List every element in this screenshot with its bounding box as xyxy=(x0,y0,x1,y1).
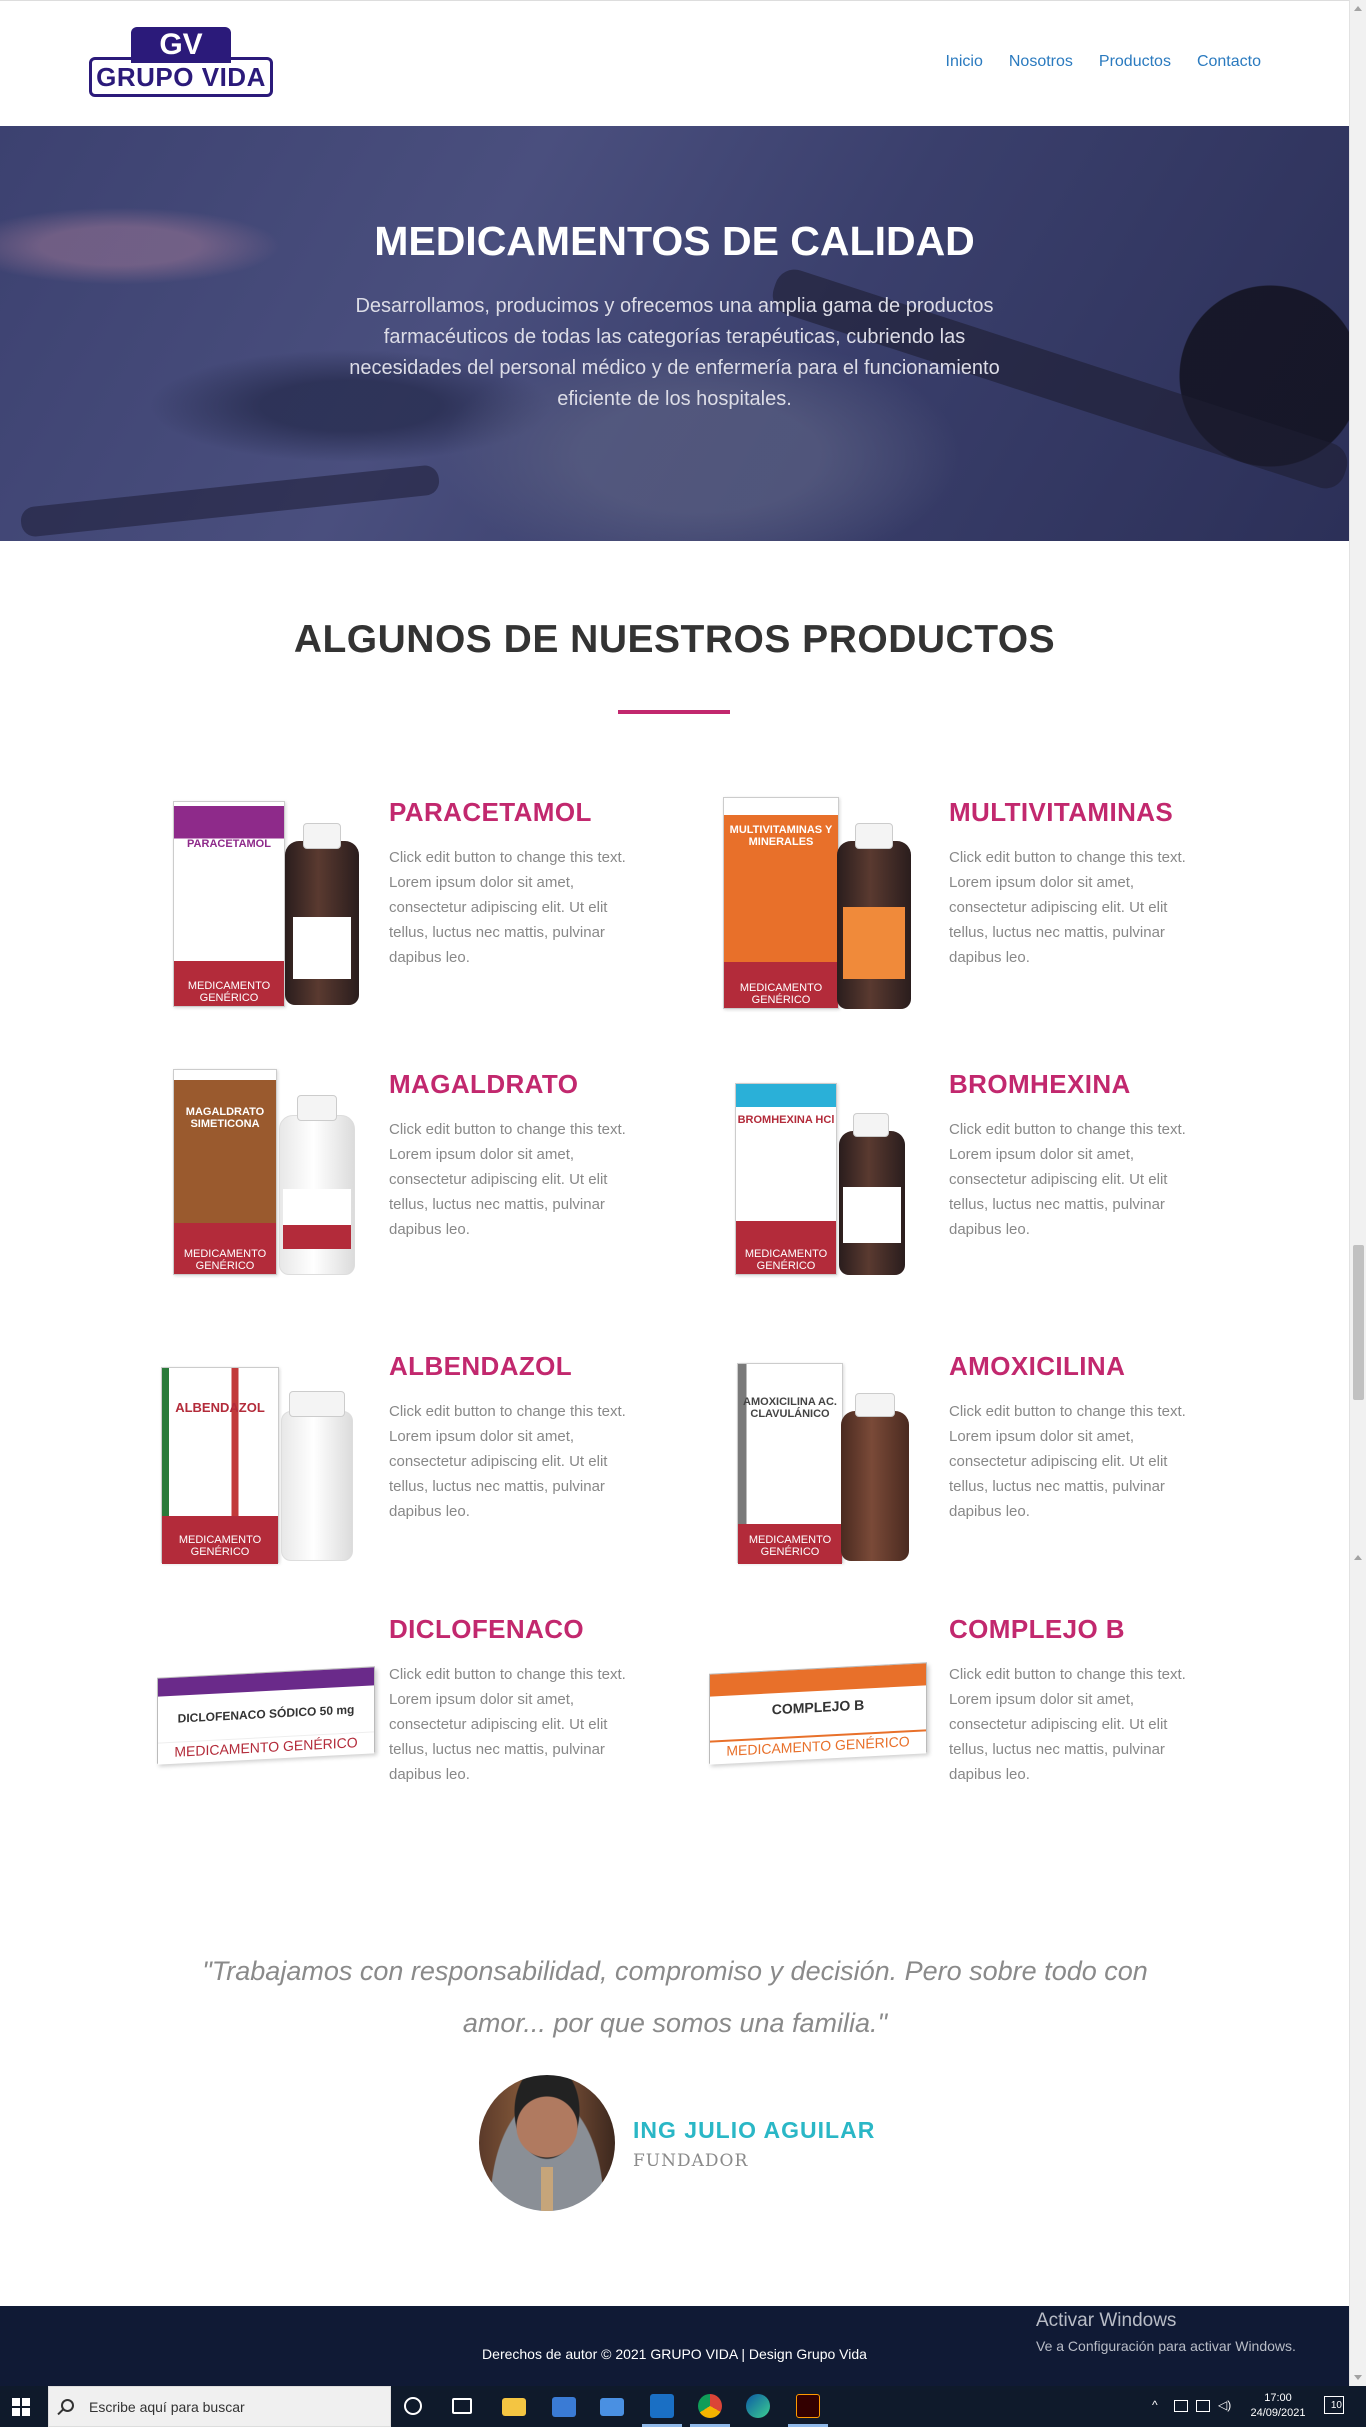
product-name: MAGALDRATO xyxy=(389,1069,579,1099)
nav-nosotros[interactable]: Nosotros xyxy=(1009,53,1073,71)
logo-initials: GV xyxy=(131,27,231,63)
product-name: PARACETAMOL xyxy=(389,797,592,827)
generic-label: MEDICAMENTO GENÉRICO xyxy=(187,980,271,1004)
product-image-magaldrato: MAGALDRATO SIMETICONA MEDICAMENTO GENÉRI… xyxy=(155,1069,395,1284)
testimonial-author-role: FUNDADOR xyxy=(633,2151,749,2171)
product-name: DICLOFENACO xyxy=(389,1614,585,1644)
title-divider xyxy=(618,710,730,714)
edge-icon[interactable] xyxy=(746,2394,770,2418)
search-icon xyxy=(61,2399,74,2412)
windows-taskbar: Escribe aquí para buscar ^ ◁) 17:00 24/0… xyxy=(0,2386,1366,2427)
product-name: BROMHEXINA xyxy=(949,1069,1131,1099)
product-image-multivitaminas: MULTIVITAMINAS Y MINERALES MEDICAMENTO G… xyxy=(715,797,955,1012)
product-card-multivitaminas: MULTIVITAMINAS Y MINERALES MEDICAMENTO G… xyxy=(715,797,1235,1027)
generic-label: MEDICAMENTO GENÉRICO xyxy=(739,982,823,1006)
product-description: Click edit button to change this text. L… xyxy=(389,1666,626,1783)
generic-label: MEDICAMENTO GENÉRICO xyxy=(744,1248,828,1272)
box-label: COMPLEJO B xyxy=(771,1696,865,1718)
product-image-albendazol: ALBENDAZOL MEDICAMENTO GENÉRICO xyxy=(155,1351,395,1566)
chrome-icon[interactable] xyxy=(698,2394,722,2418)
store-icon[interactable] xyxy=(552,2397,576,2417)
scroll-up-arrow-icon[interactable] xyxy=(1354,1555,1362,1560)
network-icon[interactable] xyxy=(1196,2400,1210,2412)
notification-center-icon[interactable]: 10 xyxy=(1324,2396,1344,2414)
task-view-icon[interactable] xyxy=(452,2398,472,2414)
testimonial-quote: "Trabajamos con responsabilidad, comprom… xyxy=(202,1956,1148,2038)
product-description: Click edit button to change this text. L… xyxy=(389,849,626,966)
nav-inicio[interactable]: Inicio xyxy=(946,53,983,71)
webpage: GV GRUPO VIDA Inicio Nosotros Productos … xyxy=(0,0,1349,2386)
volume-icon[interactable]: ◁) xyxy=(1218,2398,1231,2412)
page-scrollbar[interactable] xyxy=(1349,0,1366,2386)
avatar-detail xyxy=(541,2167,553,2211)
scroll-up-arrow-icon[interactable] xyxy=(1354,6,1362,11)
product-description: Click edit button to change this text. L… xyxy=(949,1121,1186,1238)
product-name: ALBENDAZOL xyxy=(389,1351,573,1381)
generic-label: MEDICAMENTO GENÉRICO xyxy=(748,1534,832,1558)
outlook-icon[interactable] xyxy=(650,2394,674,2418)
scroll-down-arrow-icon[interactable] xyxy=(1354,2375,1362,2380)
logo-text: GRUPO VIDA xyxy=(96,62,266,92)
box-label: PARACETAMOL xyxy=(187,838,271,850)
hero-title: MEDICAMENTOS DE CALIDAD xyxy=(374,218,975,264)
taskbar-search-box[interactable]: Escribe aquí para buscar xyxy=(48,2386,391,2427)
box-label: MAGALDRATO SIMETICONA xyxy=(185,1106,265,1130)
clock-time: 17:00 xyxy=(1264,2392,1292,2404)
product-name: COMPLEJO B xyxy=(949,1614,1125,1644)
generic-label: MEDICAMENTO GENÉRICO xyxy=(178,1534,262,1558)
product-image-diclofenaco: DICLOFENACO SÓDICO 50 mg MEDICAMENTO GEN… xyxy=(155,1614,395,1829)
taskbar-clock[interactable]: 17:00 24/09/2021 xyxy=(1244,2391,1312,2421)
nav-productos[interactable]: Productos xyxy=(1099,53,1171,71)
hero-banner: MEDICAMENTOS DE CALIDAD Desarrollamos, p… xyxy=(0,126,1349,541)
product-card-albendazol: ALBENDAZOL MEDICAMENTO GENÉRICO ALBENDAZ… xyxy=(155,1351,675,1581)
windows-start-icon[interactable] xyxy=(12,2398,30,2416)
product-card-complejo-b: COMPLEJO B MEDICAMENTO GENÉRICO COMPLEJO… xyxy=(709,1614,1235,1844)
product-name: AMOXICILINA xyxy=(949,1351,1126,1381)
product-image-complejo-b: COMPLEJO B MEDICAMENTO GENÉRICO xyxy=(709,1614,955,1829)
product-card-bromhexina: BROMHEXINA HCl MEDICAMENTO GENÉRICO BROM… xyxy=(715,1069,1235,1299)
activation-subtitle: Ve a Configuración para activar Windows. xyxy=(1036,2338,1296,2354)
product-name: MULTIVITAMINAS xyxy=(949,797,1174,827)
avatar xyxy=(479,2075,615,2211)
box-label: MULTIVITAMINAS Y MINERALES xyxy=(729,824,833,848)
site-header: GV GRUPO VIDA Inicio Nosotros Productos … xyxy=(0,0,1349,126)
product-description: Click edit button to change this text. L… xyxy=(389,1403,626,1520)
product-description: Click edit button to change this text. L… xyxy=(949,849,1186,966)
generic-label: MEDICAMENTO GENÉRICO xyxy=(183,1248,267,1272)
file-explorer-icon[interactable] xyxy=(502,2398,526,2416)
product-card-amoxicilina: AMOXICILINA AC. CLAVULÁNICO MEDICAMENTO … xyxy=(715,1351,1235,1581)
product-description: Click edit button to change this text. L… xyxy=(949,1403,1186,1520)
logo[interactable]: GV GRUPO VIDA xyxy=(89,27,273,97)
activation-title: Activar Windows xyxy=(1036,2310,1177,2331)
product-card-diclofenaco: DICLOFENACO SÓDICO 50 mg MEDICAMENTO GEN… xyxy=(155,1614,675,1844)
products-section-title: ALGUNOS DE NUESTROS PRODUCTOS xyxy=(293,618,1056,661)
scrollbar-thumb[interactable] xyxy=(1353,1245,1364,1400)
box-label: DICLOFENACO SÓDICO 50 mg xyxy=(177,1702,355,1726)
box-label: AMOXICILINA AC. CLAVULÁNICO xyxy=(743,1396,837,1420)
product-card-magaldrato: MAGALDRATO SIMETICONA MEDICAMENTO GENÉRI… xyxy=(155,1069,675,1299)
main-nav: Inicio Nosotros Productos Contacto xyxy=(920,53,1261,71)
nav-contacto[interactable]: Contacto xyxy=(1197,53,1261,71)
product-image-bromhexina: BROMHEXINA HCl MEDICAMENTO GENÉRICO xyxy=(715,1069,955,1284)
hero-background-machine xyxy=(19,464,441,538)
product-image-paracetamol: PARACETAMOL MEDICAMENTO GENÉRICO xyxy=(155,797,395,1012)
product-card-paracetamol: PARACETAMOL MEDICAMENTO GENÉRICO PARACET… xyxy=(155,797,675,1027)
security-icon[interactable] xyxy=(1174,2400,1188,2412)
illustrator-icon[interactable] xyxy=(796,2394,820,2418)
product-description: Click edit button to change this text. L… xyxy=(949,1666,1186,1783)
product-description: Click edit button to change this text. L… xyxy=(389,1121,626,1238)
windows-activation-watermark: Activar Windows Ve a Configuración para … xyxy=(1036,2310,1296,2354)
product-image-amoxicilina: AMOXICILINA AC. CLAVULÁNICO MEDICAMENTO … xyxy=(715,1351,955,1566)
testimonial-author-name: ING JULIO AGUILAR xyxy=(633,2117,876,2143)
box-label: ALBENDAZOL xyxy=(175,1400,265,1415)
clock-date: 24/09/2021 xyxy=(1250,2407,1306,2419)
cortana-icon[interactable] xyxy=(404,2397,422,2415)
box-label: BROMHEXINA HCl xyxy=(737,1114,835,1126)
chevron-up-icon[interactable]: ^ xyxy=(1152,2398,1158,2412)
mail-icon[interactable] xyxy=(600,2398,624,2416)
taskbar-search-placeholder: Escribe aquí para buscar xyxy=(89,2399,245,2415)
hero-description: Desarrollamos, producimos y ofrecemos un… xyxy=(349,295,1000,410)
